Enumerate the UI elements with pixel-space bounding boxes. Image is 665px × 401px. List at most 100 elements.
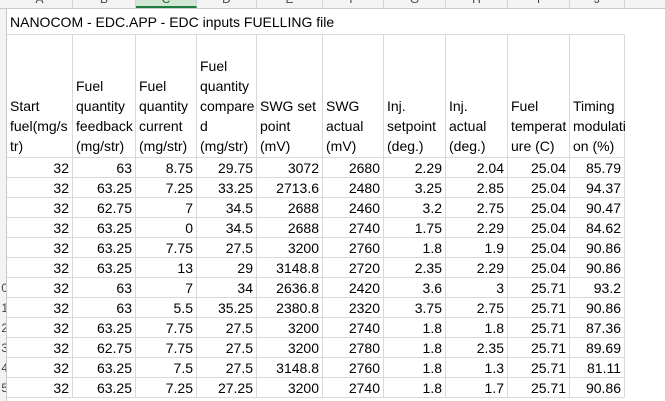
table-cell[interactable]: 87.36 xyxy=(570,318,625,338)
column-letter-g[interactable]: G xyxy=(384,0,446,8)
table-cell[interactable]: 29 xyxy=(197,258,257,278)
row-number[interactable]: 1 xyxy=(0,298,6,318)
table-cell[interactable]: 1.8 xyxy=(384,378,446,398)
column-letter-i[interactable]: I xyxy=(508,0,570,8)
table-cell[interactable]: 1.9 xyxy=(446,238,508,258)
column-header-cell[interactable]: SWG actual (mV) xyxy=(323,35,384,158)
column-header-cell[interactable]: SWG set point (mV) xyxy=(257,35,323,158)
table-cell[interactable]: 3200 xyxy=(257,238,323,258)
table-cell[interactable]: 27.5 xyxy=(197,238,257,258)
table-cell[interactable]: 32 xyxy=(7,178,73,198)
table-cell[interactable]: 1.8 xyxy=(446,318,508,338)
table-cell[interactable]: 2740 xyxy=(323,218,384,238)
table-cell[interactable]: 25.04 xyxy=(508,238,570,258)
table-cell[interactable]: 25.71 xyxy=(508,298,570,318)
table-cell[interactable]: 63.25 xyxy=(73,238,136,258)
table-cell[interactable]: 13 xyxy=(136,258,197,278)
column-letter-c[interactable]: C xyxy=(136,0,197,8)
sheet-title-cell[interactable]: NANOCOM - EDC.APP - EDC inputs FUELLING … xyxy=(7,9,625,35)
table-cell[interactable]: 2.04 xyxy=(446,158,508,178)
table-cell[interactable]: 7 xyxy=(136,278,197,298)
table-cell[interactable]: 81.11 xyxy=(570,358,625,378)
column-letter-a[interactable]: A xyxy=(7,0,73,8)
table-cell[interactable]: 8.75 xyxy=(136,158,197,178)
table-cell[interactable]: 0 xyxy=(136,218,197,238)
table-cell[interactable]: 84.62 xyxy=(570,218,625,238)
table-cell[interactable]: 63.25 xyxy=(73,358,136,378)
table-cell[interactable]: 3.75 xyxy=(384,298,446,318)
table-cell[interactable]: 3.25 xyxy=(384,178,446,198)
table-cell[interactable]: 3148.8 xyxy=(257,358,323,378)
table-cell[interactable]: 2420 xyxy=(323,278,384,298)
table-cell[interactable]: 27.5 xyxy=(197,318,257,338)
row-number[interactable]: 4 xyxy=(0,358,6,378)
table-cell[interactable]: 2760 xyxy=(323,238,384,258)
table-cell[interactable]: 32 xyxy=(7,198,73,218)
table-cell[interactable]: 3200 xyxy=(257,318,323,338)
table-cell[interactable]: 1.8 xyxy=(384,238,446,258)
table-cell[interactable]: 63 xyxy=(73,158,136,178)
table-cell[interactable]: 34.5 xyxy=(197,198,257,218)
table-cell[interactable]: 63.25 xyxy=(73,258,136,278)
column-letter-f[interactable]: F xyxy=(323,0,384,8)
column-header-cell[interactable]: Fuel quantity compare d (mg/str) xyxy=(197,35,257,158)
table-cell[interactable]: 27.25 xyxy=(197,378,257,398)
column-header-cell[interactable]: Start fuel(mg/s tr) xyxy=(7,35,73,158)
table-cell[interactable]: 7.75 xyxy=(136,238,197,258)
table-cell[interactable]: 1.75 xyxy=(384,218,446,238)
table-cell[interactable]: 25.04 xyxy=(508,158,570,178)
table-cell[interactable]: 2713.6 xyxy=(257,178,323,198)
table-cell[interactable]: 32 xyxy=(7,238,73,258)
column-header-cell[interactable]: Fuel quantity current (mg/str) xyxy=(136,35,197,158)
table-cell[interactable]: 63.25 xyxy=(73,378,136,398)
table-cell[interactable]: 7.75 xyxy=(136,338,197,358)
table-cell[interactable]: 25.71 xyxy=(508,278,570,298)
table-cell[interactable]: 34.5 xyxy=(197,218,257,238)
table-cell[interactable]: 32 xyxy=(7,378,73,398)
row-number[interactable]: 2 xyxy=(0,318,6,338)
table-cell[interactable]: 90.86 xyxy=(570,258,625,278)
table-cell[interactable]: 7.5 xyxy=(136,358,197,378)
table-cell[interactable]: 32 xyxy=(7,218,73,238)
table-cell[interactable]: 2636.8 xyxy=(257,278,323,298)
table-cell[interactable]: 2.85 xyxy=(446,178,508,198)
table-cell[interactable]: 62.75 xyxy=(73,198,136,218)
table-cell[interactable]: 3200 xyxy=(257,338,323,358)
table-cell[interactable]: 33.25 xyxy=(197,178,257,198)
table-cell[interactable]: 3 xyxy=(446,278,508,298)
table-cell[interactable]: 2.29 xyxy=(384,158,446,178)
table-cell[interactable]: 3.2 xyxy=(384,198,446,218)
table-cell[interactable]: 3148.8 xyxy=(257,258,323,278)
table-cell[interactable]: 1.8 xyxy=(384,358,446,378)
table-cell[interactable]: 3.6 xyxy=(384,278,446,298)
table-cell[interactable]: 25.71 xyxy=(508,318,570,338)
table-cell[interactable]: 2480 xyxy=(323,178,384,198)
table-cell[interactable]: 7.25 xyxy=(136,178,197,198)
table-cell[interactable]: 7.75 xyxy=(136,318,197,338)
table-cell[interactable]: 2.29 xyxy=(446,218,508,238)
table-cell[interactable]: 2680 xyxy=(323,158,384,178)
row-number[interactable]: 0 xyxy=(0,278,6,298)
table-cell[interactable]: 2460 xyxy=(323,198,384,218)
table-cell[interactable]: 32 xyxy=(7,318,73,338)
table-cell[interactable]: 1.7 xyxy=(446,378,508,398)
table-cell[interactable]: 2.29 xyxy=(446,258,508,278)
table-cell[interactable]: 2740 xyxy=(323,318,384,338)
table-cell[interactable]: 2320 xyxy=(323,298,384,318)
table-cell[interactable]: 1.8 xyxy=(384,318,446,338)
table-cell[interactable]: 32 xyxy=(7,358,73,378)
column-letter-h[interactable]: H xyxy=(446,0,508,8)
column-header-cell[interactable]: Inj. setpoint (deg.) xyxy=(384,35,446,158)
table-cell[interactable]: 25.04 xyxy=(508,218,570,238)
table-cell[interactable]: 2720 xyxy=(323,258,384,278)
table-cell[interactable]: 32 xyxy=(7,258,73,278)
table-cell[interactable]: 25.04 xyxy=(508,198,570,218)
row-number[interactable]: 5 xyxy=(0,378,6,398)
column-header-bar[interactable]: ABCDEFGHIJ xyxy=(0,0,665,9)
table-cell[interactable]: 85.79 xyxy=(570,158,625,178)
table-cell[interactable]: 5.5 xyxy=(136,298,197,318)
table-cell[interactable]: 29.75 xyxy=(197,158,257,178)
table-cell[interactable]: 93.2 xyxy=(570,278,625,298)
table-cell[interactable]: 2760 xyxy=(323,358,384,378)
table-cell[interactable]: 34 xyxy=(197,278,257,298)
